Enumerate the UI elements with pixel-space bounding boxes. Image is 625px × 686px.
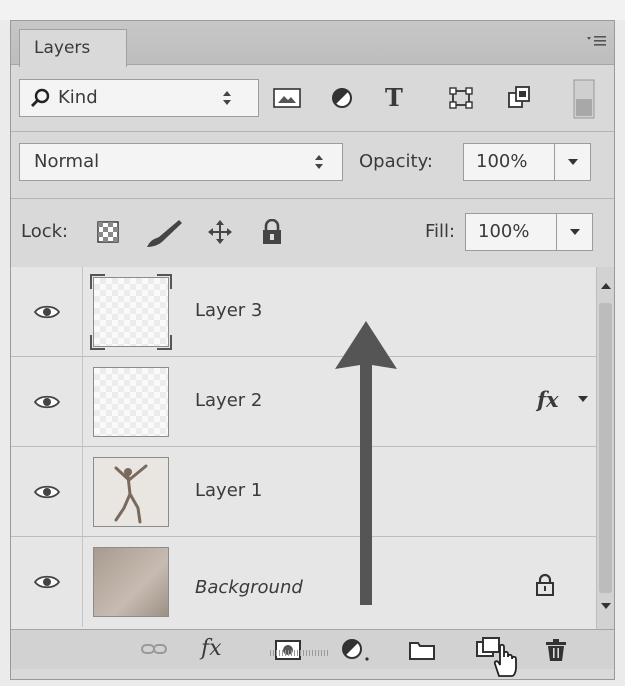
- hand-cursor-icon: [491, 642, 521, 678]
- updown-arrows-icon: [220, 88, 234, 108]
- layer-name[interactable]: Layer 1: [195, 480, 262, 501]
- layers-list: Layer 3 Layer 2 fx Layer 1 Background: [11, 267, 614, 629]
- fill-field[interactable]: 100%: [465, 213, 593, 251]
- fill-label: Fill:: [425, 221, 456, 242]
- shape-filter-icon[interactable]: [449, 87, 473, 109]
- layer-name[interactable]: Layer 2: [195, 390, 262, 411]
- eye-icon: [33, 395, 60, 408]
- smart-object-filter-icon[interactable]: [507, 85, 531, 109]
- add-layer-style-icon[interactable]: fx: [201, 636, 222, 661]
- figure-thumbnail-image: [114, 464, 148, 524]
- opacity-label: Opacity:: [359, 151, 433, 172]
- window-top-strip: [0, 0, 625, 20]
- link-layers-icon[interactable]: [141, 640, 167, 658]
- lock-image-pixels-icon[interactable]: [145, 217, 185, 249]
- layers-bottom-bar: fx: [11, 629, 614, 677]
- lock-label: Lock:: [21, 221, 69, 242]
- panel-menu-icon[interactable]: [586, 33, 608, 52]
- opacity-dropdown-button[interactable]: [554, 144, 590, 180]
- layer-effects-indicator[interactable]: fx: [537, 387, 559, 412]
- panel-tab-bar: Layers: [11, 21, 614, 67]
- layer-thumbnail[interactable]: [93, 367, 169, 437]
- lock-icon: [535, 573, 555, 597]
- delete-layer-icon[interactable]: [545, 638, 567, 662]
- opacity-value: 100%: [476, 151, 528, 172]
- layer-visibility-toggle[interactable]: [11, 357, 83, 446]
- blend-row: Normal Opacity: 100%: [11, 132, 614, 198]
- search-icon: [30, 88, 50, 108]
- opacity-field[interactable]: 100%: [463, 143, 591, 181]
- chevron-down-icon: [569, 229, 580, 235]
- layers-scrollbar[interactable]: [596, 267, 614, 629]
- layer-row[interactable]: Layer 2 fx: [11, 357, 596, 447]
- layer-visibility-toggle[interactable]: [11, 267, 83, 356]
- lock-row: Lock: Fill: 100%: [11, 199, 614, 267]
- scroll-up-icon[interactable]: [599, 281, 613, 291]
- layer-row[interactable]: Layer 3: [11, 267, 596, 357]
- scroll-down-icon[interactable]: [599, 601, 613, 611]
- tab-layers[interactable]: Layers: [19, 29, 127, 67]
- tab-layers-label: Layers: [34, 38, 91, 58]
- type-filter-icon[interactable]: T: [385, 83, 403, 112]
- fill-value: 100%: [478, 221, 530, 242]
- layers-panel: Layers Kind T Normal Opacity: 100% Lock:…: [10, 20, 615, 680]
- layer-row[interactable]: Background: [11, 537, 596, 627]
- layer-thumbnail[interactable]: [90, 274, 172, 350]
- blend-mode-select[interactable]: Normal: [19, 143, 343, 181]
- layer-name[interactable]: Layer 3: [195, 300, 262, 321]
- lock-position-icon[interactable]: [207, 219, 233, 245]
- filter-kind-label: Kind: [58, 87, 98, 108]
- layer-visibility-toggle[interactable]: [11, 537, 83, 627]
- filter-kind-select[interactable]: Kind: [19, 79, 259, 117]
- new-adjustment-layer-icon[interactable]: [341, 638, 371, 662]
- updown-arrows-icon: [312, 152, 326, 172]
- eye-icon: [33, 575, 60, 589]
- selection-corners-icon: [90, 274, 172, 350]
- up-arrow-annotation: [335, 321, 397, 605]
- layer-name[interactable]: Background: [195, 577, 303, 598]
- blend-mode-value: Normal: [34, 151, 100, 172]
- expand-effects-icon[interactable]: [577, 395, 589, 403]
- adjustment-filter-icon[interactable]: [331, 87, 353, 109]
- scrollbar-thumb[interactable]: [599, 303, 612, 593]
- eye-icon: [33, 305, 60, 318]
- lock-transparent-pixels-icon[interactable]: [97, 221, 119, 243]
- filter-toggle-icon[interactable]: [573, 79, 595, 119]
- filter-row: Kind T: [11, 65, 614, 131]
- panel-resize-grip[interactable]: [270, 650, 330, 656]
- layer-thumbnail[interactable]: [93, 547, 169, 617]
- layer-visibility-toggle[interactable]: [11, 447, 83, 536]
- eye-icon: [33, 485, 60, 498]
- chevron-down-icon: [567, 159, 578, 165]
- fill-dropdown-button[interactable]: [556, 214, 592, 250]
- image-filter-icon[interactable]: [273, 87, 301, 109]
- new-group-icon[interactable]: [409, 640, 435, 660]
- lock-all-icon[interactable]: [261, 219, 283, 245]
- layer-row[interactable]: Layer 1: [11, 447, 596, 537]
- layer-thumbnail[interactable]: [93, 457, 169, 527]
